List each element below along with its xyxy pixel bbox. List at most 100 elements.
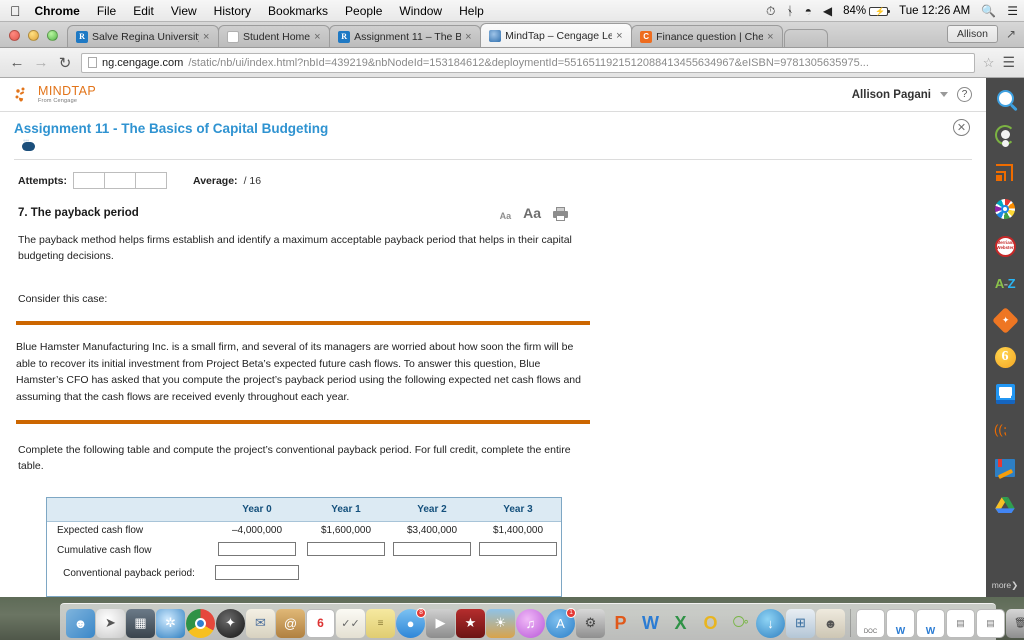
address-bar[interactable]: ng.cengage.com/static/nb/ui/index.html?n… bbox=[81, 52, 975, 73]
profile-icon[interactable] bbox=[991, 121, 1019, 149]
finder-icon[interactable]: ☻ bbox=[66, 608, 95, 638]
cumulative-cash-flow-year0-input[interactable] bbox=[218, 541, 296, 556]
messenger-icon[interactable]: ⧂ bbox=[726, 609, 755, 638]
minimize-window-button[interactable] bbox=[28, 30, 39, 41]
contacts-icon[interactable]: @ bbox=[276, 608, 305, 638]
iphoto-icon[interactable]: ☀ bbox=[486, 608, 515, 638]
decrease-font-icon[interactable]: Aa bbox=[500, 211, 512, 221]
back-button[interactable]: ← bbox=[9, 54, 25, 71]
maximize-window-button[interactable] bbox=[47, 30, 58, 41]
rss-icon[interactable] bbox=[991, 158, 1019, 186]
itunes-icon[interactable]: ♫ bbox=[516, 608, 545, 638]
parallels-icon[interactable]: ⊞ bbox=[786, 608, 815, 638]
menubar-clock[interactable]: Tue 12:26 AM bbox=[899, 5, 970, 17]
close-icon[interactable]: × bbox=[314, 31, 323, 43]
close-window-button[interactable] bbox=[9, 30, 20, 41]
menubar-item-window[interactable]: Window bbox=[399, 4, 442, 18]
apple-icon[interactable]:  bbox=[10, 4, 21, 18]
star-icon[interactable]: ☆ bbox=[983, 55, 995, 71]
system-preferences-icon[interactable]: ⚙ bbox=[576, 608, 605, 638]
read-aloud-icon[interactable]: ((⁏ bbox=[991, 417, 1019, 445]
menubar-item-help[interactable]: Help bbox=[459, 4, 484, 18]
search-icon[interactable] bbox=[991, 84, 1019, 112]
menubar-item-bookmarks[interactable]: Bookmarks bbox=[268, 4, 328, 18]
cumulative-cash-flow-year2-input[interactable] bbox=[393, 541, 471, 556]
tab-salve-regina[interactable]: R Salve Regina University | L × bbox=[67, 25, 219, 47]
preview-icon[interactable]: ☻ bbox=[816, 608, 845, 638]
menubar-item-view[interactable]: View bbox=[171, 4, 197, 18]
facetime-icon[interactable]: ▶ bbox=[426, 608, 455, 638]
help-icon[interactable]: ? bbox=[957, 87, 972, 102]
battery-indicator[interactable]: 84% ⚡ bbox=[843, 5, 891, 17]
chrome-icon[interactable] bbox=[186, 608, 215, 638]
window-doc-4-icon[interactable]: ▤ bbox=[976, 608, 1005, 638]
outlook-icon[interactable]: O bbox=[696, 609, 725, 638]
forward-button[interactable]: → bbox=[33, 54, 49, 71]
search-icon[interactable]: 🔍 bbox=[981, 4, 996, 18]
profile-button[interactable]: Allison bbox=[947, 25, 998, 43]
tab-chegg[interactable]: C Finance question | Chegg.c × bbox=[631, 25, 784, 47]
close-icon[interactable]: × bbox=[616, 30, 625, 42]
close-icon[interactable]: × bbox=[465, 31, 474, 43]
color-wheel-icon[interactable] bbox=[991, 195, 1019, 223]
excel-icon[interactable]: X bbox=[666, 609, 695, 638]
orange-diamond-icon[interactable]: ✦ bbox=[991, 306, 1019, 334]
attempt-box-1[interactable] bbox=[73, 172, 105, 189]
menubar-item-file[interactable]: File bbox=[97, 4, 116, 18]
chevron-down-icon[interactable] bbox=[940, 92, 948, 97]
close-icon[interactable]: ✕ bbox=[953, 119, 970, 136]
reminders-icon[interactable]: ✓✓ bbox=[336, 608, 365, 638]
cumulative-cash-flow-year1-input[interactable] bbox=[307, 541, 385, 556]
wifi-icon[interactable]: ◓ bbox=[805, 4, 812, 18]
menubar-item-edit[interactable]: Edit bbox=[133, 4, 154, 18]
user-name-label[interactable]: Allison Pagani bbox=[852, 89, 931, 101]
word-icon[interactable]: W bbox=[636, 609, 665, 638]
tab-student-home[interactable]: Student Home × bbox=[218, 25, 331, 47]
trash-icon[interactable]: 🗑 bbox=[1006, 608, 1024, 638]
menubar-item-history[interactable]: History bbox=[214, 4, 251, 18]
close-icon[interactable]: × bbox=[767, 31, 776, 43]
app-store-icon[interactable]: 1A bbox=[546, 607, 576, 638]
print-icon[interactable] bbox=[553, 207, 568, 221]
payback-period-input[interactable] bbox=[215, 564, 299, 580]
notes-icon[interactable]: ≡ bbox=[366, 608, 395, 638]
new-tab-button[interactable] bbox=[784, 29, 829, 47]
mission-control-icon[interactable]: ▦ bbox=[126, 608, 155, 638]
tab-assignment-11[interactable]: R Assignment 11 – The Basic × bbox=[329, 25, 482, 47]
volume-icon[interactable]: ◀ bbox=[823, 4, 832, 18]
a-to-z-icon[interactable]: A-Z bbox=[991, 269, 1019, 297]
notebook-pencil-icon[interactable] bbox=[991, 454, 1019, 482]
tab-mindtap[interactable]: MindTap – Cengage Learn × bbox=[480, 23, 633, 47]
doc-file-icon[interactable]: DOC bbox=[856, 608, 885, 638]
bluetooth-icon[interactable]: ᛀ bbox=[786, 4, 793, 18]
powerpoint-icon[interactable]: P bbox=[606, 609, 635, 638]
compass-icon[interactable]: ✦ bbox=[216, 608, 245, 638]
list-icon[interactable]: ☰ bbox=[1007, 4, 1018, 18]
launchpad-icon[interactable]: ➤ bbox=[96, 608, 125, 638]
menu-dots-badge[interactable] bbox=[22, 138, 35, 151]
cumulative-cash-flow-year3-input[interactable] bbox=[479, 541, 557, 556]
attempt-box-3[interactable] bbox=[135, 172, 167, 189]
close-icon[interactable]: × bbox=[203, 31, 212, 43]
google-drive-icon[interactable] bbox=[991, 491, 1019, 519]
increase-font-icon[interactable]: Aa bbox=[523, 205, 541, 221]
menubar-item-chrome[interactable]: Chrome bbox=[35, 4, 80, 18]
hamburger-icon[interactable]: ☰ bbox=[1002, 54, 1015, 71]
blue-book-icon[interactable] bbox=[991, 380, 1019, 408]
reload-button[interactable]: ↻ bbox=[57, 54, 73, 72]
mail-icon[interactable]: ✉ bbox=[246, 608, 275, 638]
calendar-icon[interactable]: 6 bbox=[306, 608, 335, 638]
mindtap-logo[interactable]: MINDTAP From Cengage bbox=[14, 85, 96, 104]
menubar-item-people[interactable]: People bbox=[345, 4, 382, 18]
merriam-webster-icon[interactable]: Merriam Webster bbox=[991, 232, 1019, 260]
number-six-icon[interactable]: 6 bbox=[991, 343, 1019, 371]
messages-icon[interactable]: 8 ● bbox=[396, 607, 426, 638]
more-tools-button[interactable]: more❯ bbox=[992, 580, 1019, 591]
imovie-icon[interactable]: ★ bbox=[456, 608, 485, 638]
fullscreen-icon[interactable]: ↗ bbox=[1006, 27, 1016, 41]
word-doc-1-icon[interactable]: W bbox=[886, 608, 915, 638]
safari-icon[interactable]: ✲ bbox=[156, 608, 185, 638]
download-icon[interactable]: ↓ bbox=[756, 608, 785, 638]
window-doc-3-icon[interactable]: ▤ bbox=[946, 608, 975, 638]
word-doc-2-icon[interactable]: W bbox=[916, 608, 945, 638]
